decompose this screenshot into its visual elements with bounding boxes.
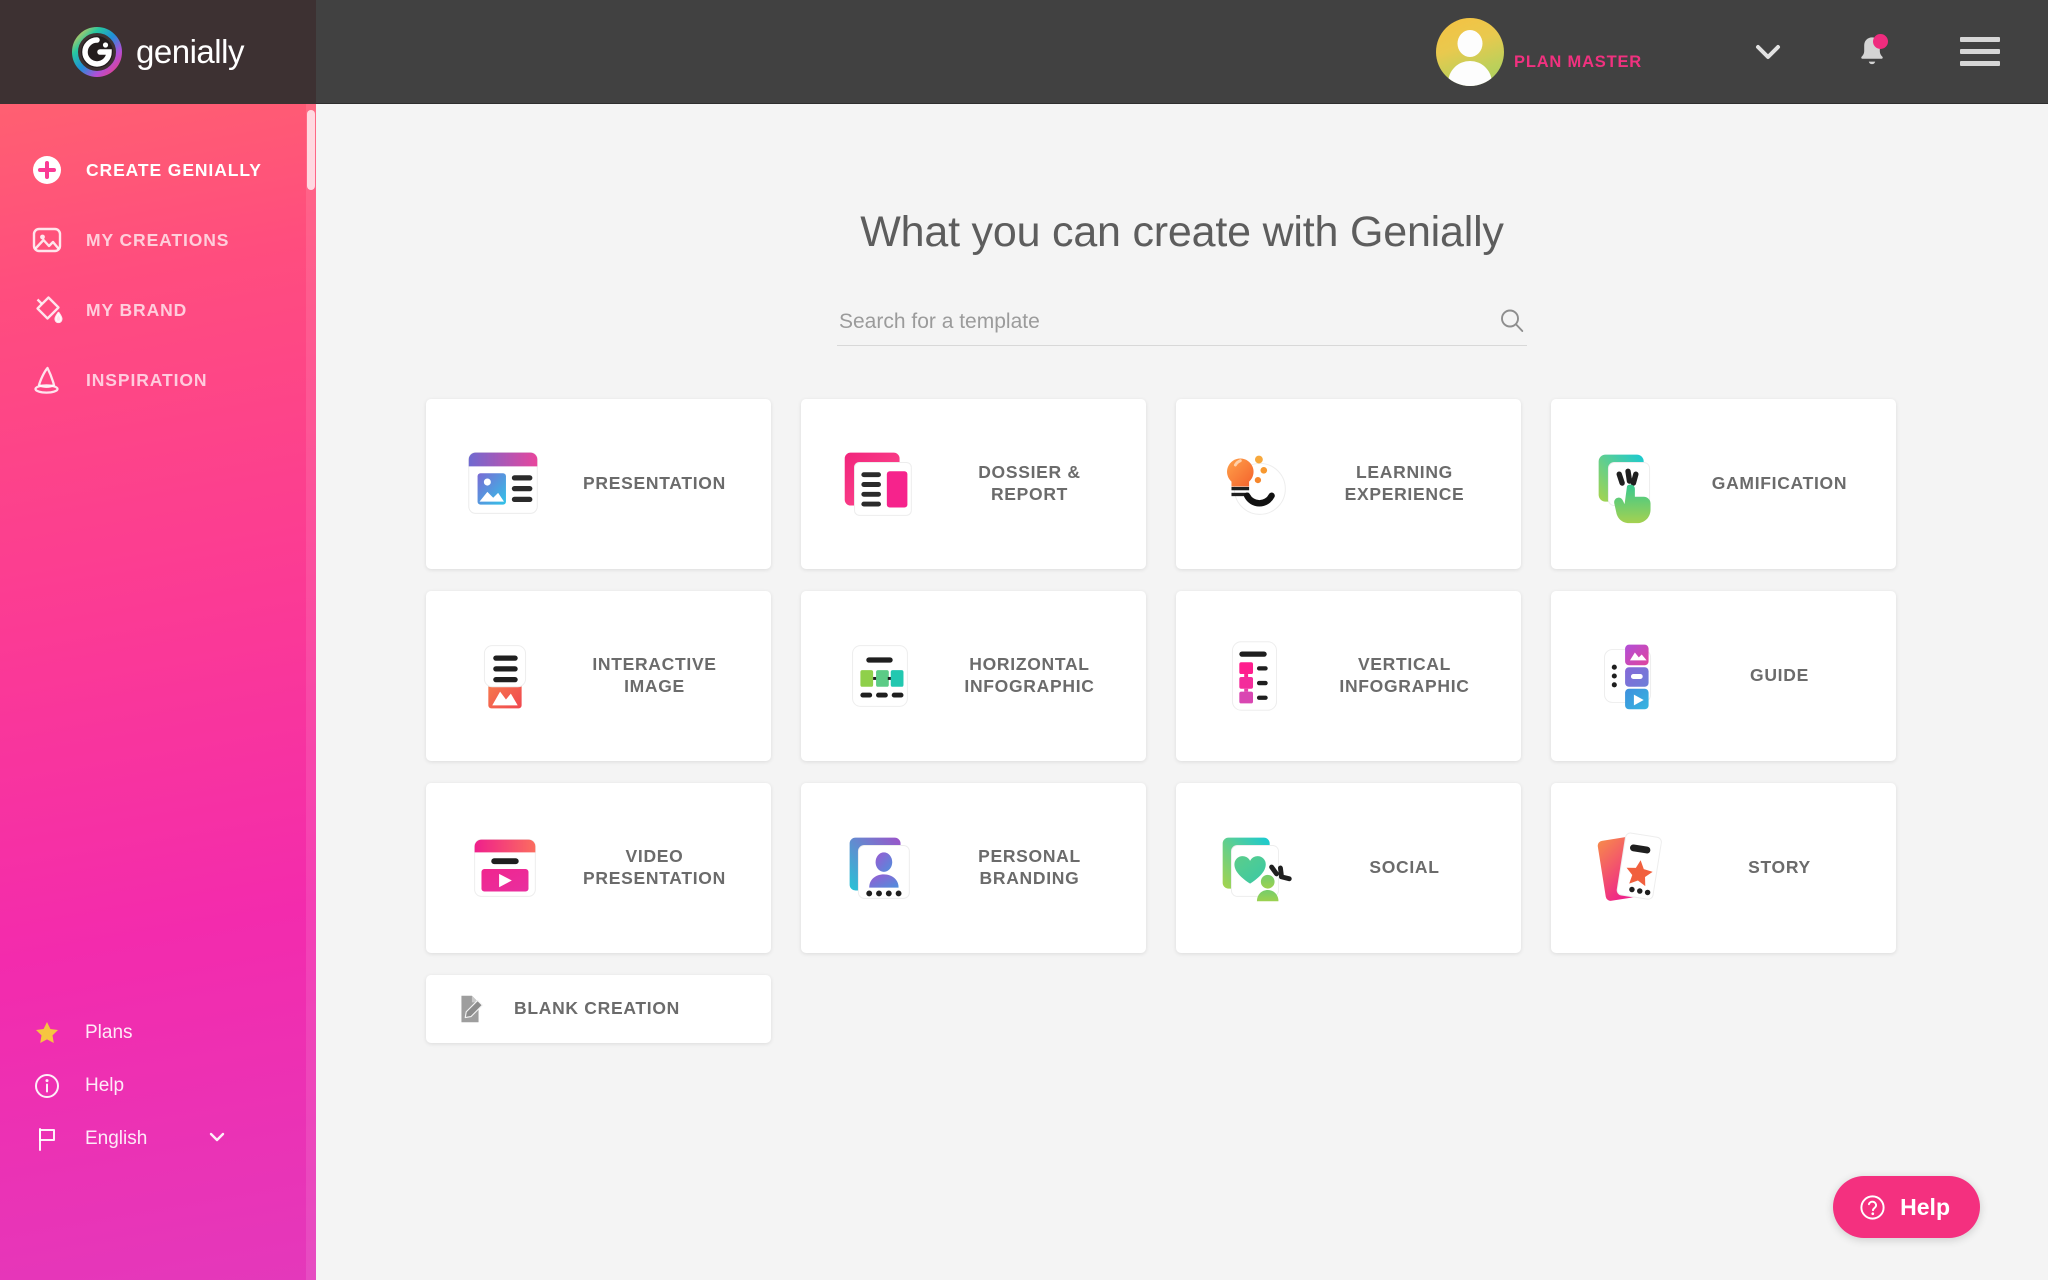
sidebar-nav: CREATE GENIALLY MY CREATIONS MY BRAND IN…: [0, 135, 306, 415]
sidebar-item-label: Help: [85, 1074, 125, 1096]
pencil-document-icon: [448, 990, 492, 1028]
sidebar-item-label: CREATE GENIALLY: [86, 159, 262, 180]
genially-logo-icon: [72, 27, 123, 77]
sidebar-item-label: MY BRAND: [86, 299, 188, 320]
card-label: GAMIFICATION: [1711, 473, 1848, 494]
card-label: INTERACTIVE IMAGE: [592, 654, 717, 696]
plus-circle-icon: [30, 153, 64, 187]
social-icon: [1202, 821, 1306, 915]
main-content: What you can create with Genially Search…: [316, 104, 2048, 1280]
sidebar-bottom-nav: Plans Help English: [0, 1006, 306, 1165]
image-icon: [30, 223, 64, 257]
guide-icon: [1577, 629, 1681, 723]
card-personal-branding[interactable]: PERSONAL BRANDING: [801, 783, 1146, 953]
sidebar-item-create-genially[interactable]: CREATE GENIALLY: [0, 135, 306, 205]
card-label: VIDEO PRESENTATION: [583, 846, 726, 888]
search-input[interactable]: [837, 310, 1497, 336]
horizontal-infographic-icon: [827, 629, 931, 723]
user-profile[interactable]: PLAN MASTER: [1436, 17, 1642, 86]
card-label: PRESENTATION: [583, 473, 726, 494]
sidebar-item-help[interactable]: Help: [0, 1059, 306, 1112]
learning-experience-icon: [1202, 437, 1306, 531]
flag-icon: [33, 1125, 61, 1153]
card-dossier-report[interactable]: DOSSIER & REPORT: [801, 399, 1146, 569]
card-video-presentation[interactable]: VIDEO PRESENTATION: [426, 783, 771, 953]
card-label: LEARNING EXPERIENCE: [1344, 462, 1465, 504]
sidebar-item-my-brand[interactable]: MY BRAND: [0, 275, 306, 345]
notification-bell-icon[interactable]: [1848, 28, 1896, 76]
paint-bucket-icon: [30, 293, 64, 327]
interactive-image-icon: [452, 629, 556, 723]
card-label: BLANK CREATION: [514, 998, 680, 1019]
card-label: DOSSIER & REPORT: [978, 462, 1081, 504]
gamification-icon: [1577, 437, 1681, 531]
template-card-grid: PRESENTATION DOSSIER & REPORT LEARNING E…: [426, 399, 1938, 1043]
info-circle-icon: [33, 1072, 61, 1100]
presentation-icon: [452, 437, 556, 531]
story-icon: [1577, 821, 1681, 915]
card-label: SOCIAL: [1369, 857, 1440, 878]
card-label: VERTICAL INFOGRAPHIC: [1339, 654, 1470, 696]
card-guide[interactable]: GUIDE: [1551, 591, 1896, 761]
sidebar-item-label: English: [85, 1127, 148, 1149]
card-presentation[interactable]: PRESENTATION: [426, 399, 771, 569]
wizard-hat-icon: [30, 363, 64, 397]
help-button-label: Help: [1900, 1193, 1950, 1220]
card-interactive-image[interactable]: INTERACTIVE IMAGE: [426, 591, 771, 761]
vertical-infographic-icon: [1202, 629, 1306, 723]
card-horizontal-infographic[interactable]: HORIZONTAL INFOGRAPHIC: [801, 591, 1146, 761]
video-presentation-icon: [452, 821, 556, 915]
page-title: What you can create with Genially: [860, 208, 1504, 256]
card-label: PERSONAL BRANDING: [978, 846, 1081, 888]
star-icon: [33, 1019, 61, 1047]
sidebar-item-label: MY CREATIONS: [86, 229, 230, 250]
card-learning-experience[interactable]: LEARNING EXPERIENCE: [1176, 399, 1521, 569]
plan-badge: PLAN MASTER: [1514, 53, 1642, 71]
sidebar-item-my-creations[interactable]: MY CREATIONS: [0, 205, 306, 275]
card-gamification[interactable]: GAMIFICATION: [1551, 399, 1896, 569]
card-social[interactable]: SOCIAL: [1176, 783, 1521, 953]
chevron-down-icon[interactable]: [206, 1125, 228, 1152]
search-icon[interactable]: [1497, 306, 1527, 336]
brand-logo[interactable]: genially: [0, 0, 316, 104]
card-label: GUIDE: [1750, 665, 1809, 686]
sidebar-item-label: INSPIRATION: [86, 369, 208, 390]
sidebar-scrollbar-thumb[interactable]: [307, 110, 315, 190]
user-avatar-icon: [1436, 17, 1505, 86]
hamburger-menu-icon[interactable]: [1956, 30, 2004, 74]
card-vertical-infographic[interactable]: VERTICAL INFOGRAPHIC: [1176, 591, 1521, 761]
template-search: [837, 306, 1527, 346]
sidebar: genially CREATE GENIALLY MY CREATIONS MY…: [0, 0, 316, 1280]
personal-branding-icon: [827, 821, 931, 915]
card-story[interactable]: STORY: [1551, 783, 1896, 953]
help-button[interactable]: Help: [1833, 1176, 1980, 1238]
dossier-report-icon: [827, 437, 931, 531]
sidebar-scrollbar[interactable]: [306, 104, 316, 1280]
top-header: PLAN MASTER: [316, 0, 2048, 104]
question-circle-icon: [1860, 1194, 1885, 1220]
sidebar-item-language[interactable]: English: [0, 1112, 306, 1165]
brand-name: genially: [136, 33, 244, 70]
user-menu-chevron-down-icon[interactable]: [1744, 28, 1792, 76]
sidebar-item-plans[interactable]: Plans: [0, 1006, 306, 1059]
card-blank-creation[interactable]: BLANK CREATION: [426, 975, 771, 1043]
card-label: STORY: [1748, 857, 1811, 878]
sidebar-item-label: Plans: [85, 1021, 133, 1043]
card-label: HORIZONTAL INFOGRAPHIC: [964, 654, 1095, 696]
sidebar-item-inspiration[interactable]: INSPIRATION: [0, 345, 306, 415]
notification-badge-dot: [1873, 33, 1888, 49]
